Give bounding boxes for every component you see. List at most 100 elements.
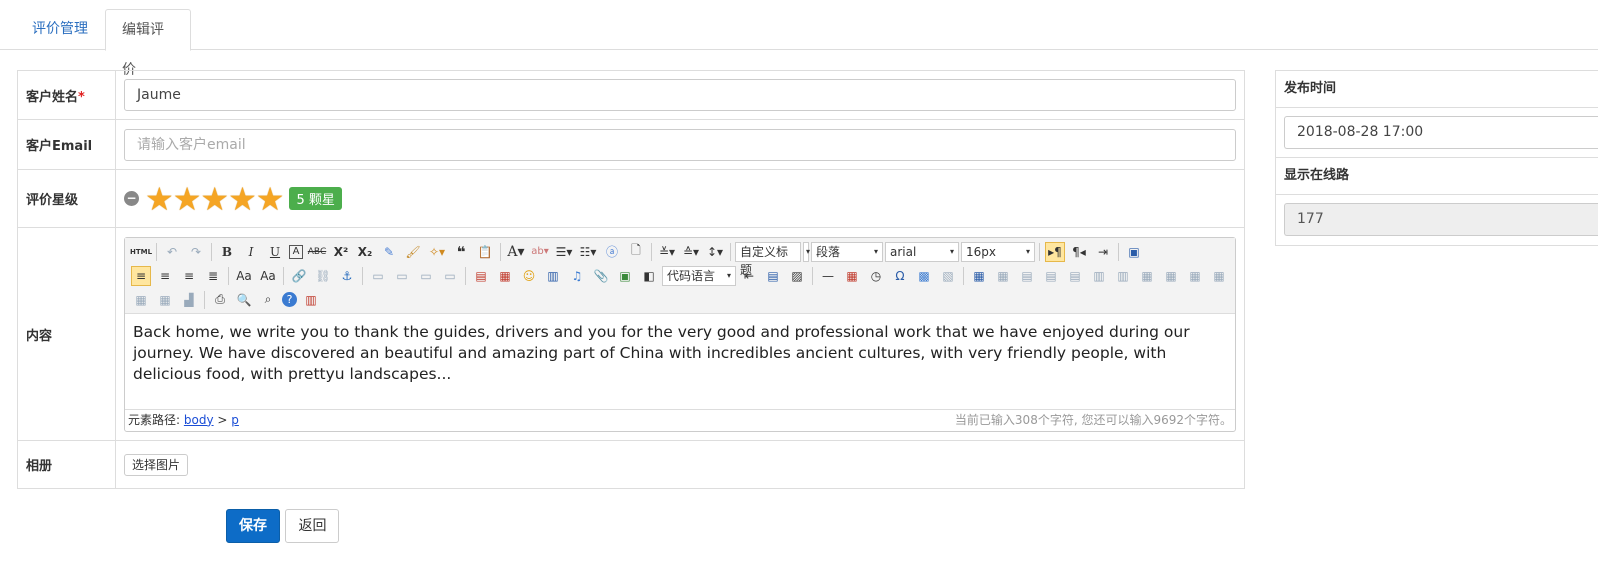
image-left-icon[interactable]: ▭ — [392, 266, 412, 286]
rtl-direction-icon[interactable]: ¶◂ — [1069, 242, 1089, 262]
star-icon[interactable]: ★ — [256, 183, 285, 215]
background-icon[interactable]: ▤ — [763, 266, 783, 286]
subscript-icon[interactable]: X₂ — [355, 242, 375, 262]
line-height-icon[interactable]: ↕▾ — [705, 242, 725, 262]
italic-icon[interactable]: I — [241, 242, 261, 262]
publish-time-input[interactable]: 2018-08-28 17:00 — [1284, 116, 1598, 149]
template-icon[interactable]: ▨ — [787, 266, 807, 286]
paragraph-select[interactable]: 段落 ▾ — [811, 241, 883, 262]
time-icon[interactable]: ◷ — [866, 266, 886, 286]
special-chars-icon[interactable]: Ω — [890, 266, 910, 286]
merge-down-icon[interactable]: ▦ — [1185, 266, 1205, 286]
help-icon[interactable]: ? — [282, 292, 297, 307]
insert-frame-icon[interactable]: ◧ — [639, 266, 659, 286]
unlink-icon[interactable]: ⛓ — [313, 266, 333, 286]
editor-content[interactable]: Back home, we write you to thank the gui… — [125, 313, 1235, 409]
map-icon[interactable]: ▣ — [615, 266, 635, 286]
star-icon[interactable]: ★ — [228, 183, 257, 215]
ltr-direction-icon[interactable]: ▸¶ — [1045, 241, 1065, 262]
search-replace-icon[interactable]: ⌕ — [258, 290, 278, 310]
page-break-icon[interactable]: ⇤ — [739, 266, 759, 286]
insert-video-icon[interactable]: ▥ — [543, 266, 563, 286]
uppercase-icon[interactable]: Aa — [234, 266, 254, 286]
delete-col-icon[interactable]: ▥ — [1113, 266, 1133, 286]
superscript-icon[interactable]: X² — [331, 242, 351, 262]
insert-col-icon[interactable]: ▥ — [1089, 266, 1109, 286]
customer-email-input[interactable]: 请输入客户email — [124, 128, 1236, 161]
paste-plain-icon[interactable]: 📋 — [475, 242, 495, 262]
insert-paragraph-before-table-icon[interactable]: ▤ — [1017, 266, 1037, 286]
code-language-select[interactable]: 代码语言 ▾ — [662, 265, 736, 286]
music-icon[interactable]: ♫ — [567, 266, 587, 286]
image-none-icon[interactable]: ▭ — [368, 266, 388, 286]
tab-review-management[interactable]: 评价管理 — [16, 9, 104, 50]
remove-format-icon[interactable]: ✎ — [379, 242, 399, 262]
horizontal-rule-icon[interactable]: — — [818, 266, 838, 286]
heading-select[interactable]: 自定义标题 — [735, 241, 801, 277]
select-image-button[interactable]: 选择图片 — [124, 453, 189, 476]
font-size-select[interactable]: 16px ▾ — [961, 241, 1035, 262]
preview-icon[interactable]: 🔍 — [234, 290, 254, 310]
merge-cells-icon[interactable]: ▦ — [1137, 266, 1157, 286]
path-body-link[interactable]: body — [184, 413, 214, 427]
auto-typeset-icon[interactable]: ✧▾ — [427, 242, 447, 262]
emotion-icon[interactable]: ☺ — [519, 266, 539, 286]
undo-icon[interactable]: ↶ — [162, 242, 182, 262]
clear-doc-icon[interactable]: 🗋 — [626, 242, 646, 262]
underline-icon[interactable]: U — [265, 242, 285, 262]
align-left-icon[interactable]: ≡ — [131, 265, 151, 286]
simple-upload-icon[interactable]: ▤ — [471, 266, 491, 286]
unordered-list-icon[interactable]: ☷▾ — [578, 242, 598, 262]
row-spacing-top-icon[interactable]: ≚▾ — [657, 242, 677, 262]
bold-icon[interactable]: B — [217, 242, 237, 262]
delete-table-icon[interactable]: ▦ — [993, 266, 1013, 286]
font-border-icon[interactable]: A — [289, 244, 303, 259]
print-icon[interactable]: ⎙ — [210, 290, 230, 310]
customer-name-input[interactable]: Jaume — [124, 79, 1236, 111]
back-button[interactable]: 返回 — [285, 509, 340, 543]
font-family-select[interactable]: arial ▾ — [885, 241, 959, 262]
background-color-icon[interactable]: ab▾ — [530, 242, 550, 262]
charts-icon[interactable]: ▟ — [179, 290, 199, 310]
path-p-link[interactable]: p — [231, 413, 239, 427]
row-spacing-bottom-icon[interactable]: ≙▾ — [681, 242, 701, 262]
html-source-icon[interactable]: HTML — [130, 242, 152, 262]
star-icon[interactable]: ★ — [200, 183, 229, 215]
image-center-icon[interactable]: ▭ — [440, 266, 460, 286]
attachment-icon[interactable]: 📎 — [591, 266, 611, 286]
align-center-icon[interactable]: ≡ — [155, 266, 175, 286]
select-all-icon[interactable]: ⓐ — [602, 242, 622, 262]
anchor-icon[interactable]: ⚓ — [337, 266, 357, 286]
align-justify-icon[interactable]: ≣ — [203, 266, 223, 286]
wordimage-icon[interactable]: ▩ — [914, 266, 934, 286]
merge-right-icon[interactable]: ▦ — [1161, 266, 1181, 286]
date-icon[interactable]: ▦ — [842, 266, 862, 286]
insert-image-icon[interactable]: ▦ — [495, 266, 515, 286]
strikethrough-icon[interactable]: ABC — [307, 242, 327, 262]
star-icon[interactable]: ★ — [173, 183, 202, 215]
link-icon[interactable]: 🔗 — [289, 266, 309, 286]
format-match-icon[interactable]: 🖌 — [403, 242, 423, 262]
lowercase-icon[interactable]: Aa — [258, 266, 278, 286]
drafts-icon[interactable]: ▥ — [301, 290, 321, 310]
fullscreen-icon[interactable]: ▣ — [1124, 242, 1144, 262]
image-right-icon[interactable]: ▭ — [416, 266, 436, 286]
clear-rating-icon[interactable]: − — [124, 191, 139, 206]
font-color-icon[interactable]: A▾ — [506, 242, 526, 262]
split-to-rows-icon[interactable]: ▦ — [131, 290, 151, 310]
insert-row-icon[interactable]: ▤ — [1041, 266, 1061, 286]
split-to-cells-icon[interactable]: ▦ — [1209, 266, 1229, 286]
heading-select-arrow[interactable]: ▾ — [803, 241, 810, 262]
delete-row-icon[interactable]: ▤ — [1065, 266, 1085, 286]
align-right-icon[interactable]: ≡ — [179, 266, 199, 286]
split-to-cols-icon[interactable]: ▦ — [155, 290, 175, 310]
blockquote-icon[interactable]: ❝ — [451, 242, 471, 262]
snapscreen-icon[interactable]: ▧ — [938, 266, 958, 286]
save-button[interactable]: 保存 — [226, 509, 280, 543]
tab-edit-review[interactable]: 编辑评价 — [105, 9, 191, 78]
star-icon[interactable]: ★ — [145, 183, 174, 215]
insert-table-icon[interactable]: ▦ — [969, 266, 989, 286]
ordered-list-icon[interactable]: ☰▾ — [554, 242, 574, 262]
indent-icon[interactable]: ⇥ — [1093, 242, 1113, 262]
redo-icon[interactable]: ↷ — [186, 242, 206, 262]
